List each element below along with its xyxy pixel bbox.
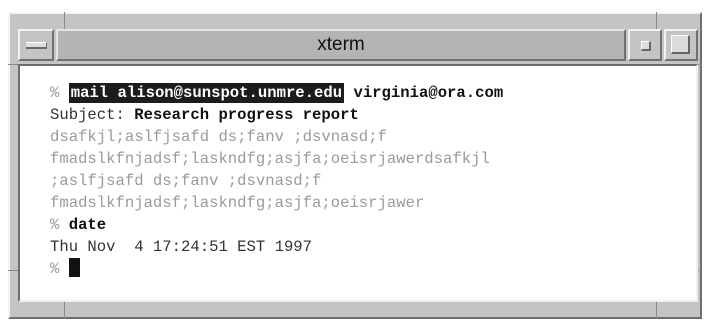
prompt: % <box>50 260 60 278</box>
frame-resize-notch[interactable] <box>698 64 702 65</box>
subject-value: Research progress report <box>134 106 359 124</box>
window-menu-button[interactable] <box>18 29 54 61</box>
terminal-line-subject: Subject: Research progress report <box>50 104 696 126</box>
minimize-button[interactable] <box>628 29 662 61</box>
frame-resize-notch[interactable] <box>8 270 18 271</box>
frame-resize-notch[interactable] <box>8 64 18 65</box>
terminal-line-body: fmadslkfnjadsf;laskndfg;asjfa;oeisrjawer… <box>50 150 490 168</box>
title-area[interactable]: xterm <box>56 29 626 61</box>
window-menu-icon <box>26 42 47 49</box>
terminal-area[interactable]: % mail alison@sunspot.unmre.edu virginia… <box>18 64 698 302</box>
title-bar: xterm <box>18 29 698 61</box>
frame-resize-notch[interactable] <box>656 302 657 319</box>
maximize-button[interactable] <box>664 29 698 61</box>
terminal-line-prompt: % <box>50 258 696 280</box>
window-title: xterm <box>317 34 365 55</box>
frame-resize-notch[interactable] <box>656 12 657 29</box>
frame-resize-notch[interactable] <box>64 12 65 29</box>
terminal-line-body: dsafkjl;aslfjsafd ds;fanv ;dsvnasd;f <box>50 128 387 146</box>
terminal-line-date-output: Thu Nov 4 17:24:51 EST 1997 <box>50 238 313 256</box>
date-command: date <box>68 216 107 234</box>
prompt: % <box>50 84 60 102</box>
terminal-line-body: fmadslkfnjadsf;laskndfg;asjfa;oeisrjawer <box>50 194 425 212</box>
frame-resize-notch[interactable] <box>64 302 65 319</box>
terminal-line-date-command: % date <box>50 214 696 236</box>
maximize-icon <box>671 35 690 54</box>
text-cursor <box>68 258 80 277</box>
screen: xterm % mail alison@sunspot.unmre.edu vi… <box>0 0 706 325</box>
terminal-line-mail-command: % mail alison@sunspot.unmre.edu virginia… <box>50 82 696 104</box>
minimize-icon <box>641 41 651 51</box>
prompt: % <box>50 216 60 234</box>
frame-resize-notch[interactable] <box>698 270 702 271</box>
selected-text[interactable]: mail alison@sunspot.unmre.edu <box>68 83 345 103</box>
mail-recipient: virginia@ora.com <box>353 84 504 102</box>
subject-label: Subject: <box>50 106 125 124</box>
terminal-line-body: ;aslfjsafd ds;fanv ;dsvnasd;f <box>50 172 322 190</box>
